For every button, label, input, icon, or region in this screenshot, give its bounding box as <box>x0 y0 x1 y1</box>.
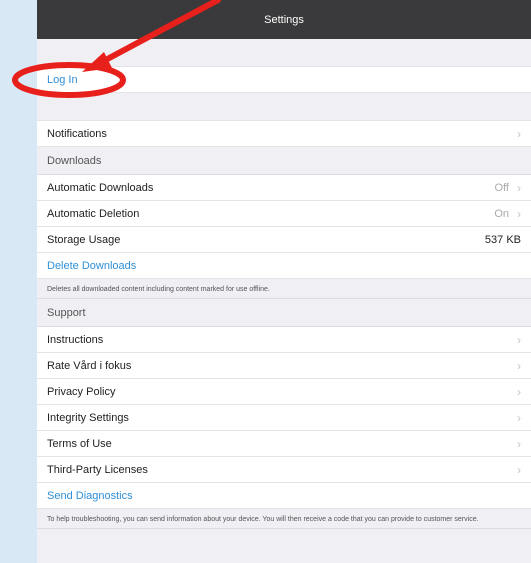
support-item-third-party-licenses[interactable]: Third-Party Licenses › <box>37 457 531 483</box>
support-item-label: Instructions <box>47 333 104 346</box>
automatic-downloads-label: Automatic Downloads <box>47 181 154 194</box>
support-item-label: Privacy Policy <box>47 385 116 398</box>
navigation-bar: Settings <box>37 0 531 39</box>
downloads-section-header: Downloads <box>37 147 531 175</box>
settings-panel: Settings Log In Notifications › Download… <box>37 0 531 563</box>
automatic-deletion-value: On <box>494 207 509 220</box>
downloads-footer-note: Deletes all downloaded content including… <box>37 279 531 299</box>
support-item-label: Integrity Settings <box>47 411 129 424</box>
support-item-terms-of-use[interactable]: Terms of Use › <box>37 431 531 457</box>
chevron-right-icon: › <box>517 180 521 195</box>
support-item-rate[interactable]: Rate Vård i fokus › <box>37 353 531 379</box>
chevron-right-icon: › <box>517 206 521 221</box>
automatic-downloads-value: Off <box>494 181 509 194</box>
support-item-privacy-policy[interactable]: Privacy Policy › <box>37 379 531 405</box>
support-item-integrity-settings[interactable]: Integrity Settings › <box>37 405 531 431</box>
support-item-label: Terms of Use <box>47 437 112 450</box>
send-diagnostics-row[interactable]: Send Diagnostics <box>37 483 531 509</box>
support-section-header: Support <box>37 299 531 327</box>
storage-usage-label: Storage Usage <box>47 233 121 246</box>
downloads-header-label: Downloads <box>47 154 102 167</box>
chevron-right-icon: › <box>517 384 521 399</box>
support-item-instructions[interactable]: Instructions › <box>37 327 531 353</box>
chevron-right-icon: › <box>517 410 521 425</box>
automatic-deletion-label: Automatic Deletion <box>47 207 140 220</box>
support-item-label: Rate Vård i fokus <box>47 359 132 372</box>
automatic-downloads-row[interactable]: Automatic Downloads Off › <box>37 175 531 201</box>
login-link[interactable]: Log In <box>47 74 521 86</box>
chevron-right-icon: › <box>517 436 521 451</box>
notifications-row[interactable]: Notifications › <box>37 120 531 147</box>
notifications-label: Notifications <box>47 127 107 140</box>
chevron-right-icon: › <box>517 332 521 347</box>
page-title: Settings <box>264 13 304 26</box>
delete-downloads-row[interactable]: Delete Downloads <box>37 253 531 279</box>
chevron-right-icon: › <box>517 462 521 477</box>
chevron-right-icon: › <box>517 126 521 141</box>
support-header-label: Support <box>47 306 86 319</box>
delete-downloads-button[interactable]: Delete Downloads <box>47 260 521 272</box>
support-item-label: Third-Party Licenses <box>47 463 148 476</box>
storage-usage-value: 537 KB <box>484 233 521 246</box>
support-footer-note: To help troubleshooting, you can send in… <box>37 509 531 529</box>
chevron-right-icon: › <box>517 358 521 373</box>
login-row[interactable]: Log In <box>37 66 531 93</box>
send-diagnostics-button[interactable]: Send Diagnostics <box>47 490 521 502</box>
storage-usage-row: Storage Usage 537 KB <box>37 227 531 253</box>
automatic-deletion-row[interactable]: Automatic Deletion On › <box>37 201 531 227</box>
